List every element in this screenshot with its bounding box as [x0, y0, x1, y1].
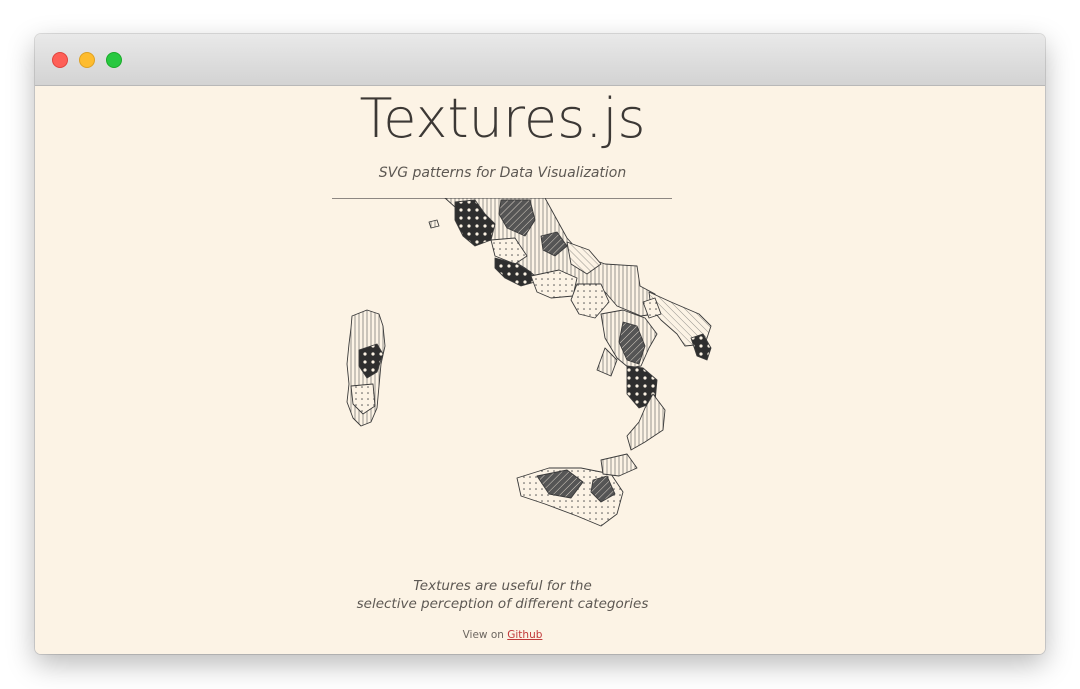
caption-line-2: selective perception of different catego… [356, 596, 649, 612]
map-region [600, 453, 638, 477]
italy-texture-map [346, 198, 712, 527]
title-bar [35, 34, 1045, 86]
map-region [428, 219, 440, 229]
page-title: Textures.js [359, 87, 646, 150]
caption-line-1: Textures are useful for the [413, 578, 592, 594]
browser-window: Textures.js SVG patterns for Data Visual… [35, 34, 1045, 654]
map-region [570, 283, 610, 319]
github-link[interactable]: Github [507, 629, 542, 641]
zoom-window-button[interactable] [106, 52, 122, 68]
map-region [690, 333, 712, 361]
footer-prefix: View on [462, 629, 508, 641]
page-content: Textures.js SVG patterns for Data Visual… [35, 86, 1045, 654]
footer: View on Github [35, 629, 970, 641]
page-subtitle: SVG patterns for Data Visualization [378, 165, 627, 181]
close-window-button[interactable] [52, 52, 68, 68]
minimize-window-button[interactable] [79, 52, 95, 68]
caption: Textures are useful for the selective pe… [35, 577, 970, 613]
